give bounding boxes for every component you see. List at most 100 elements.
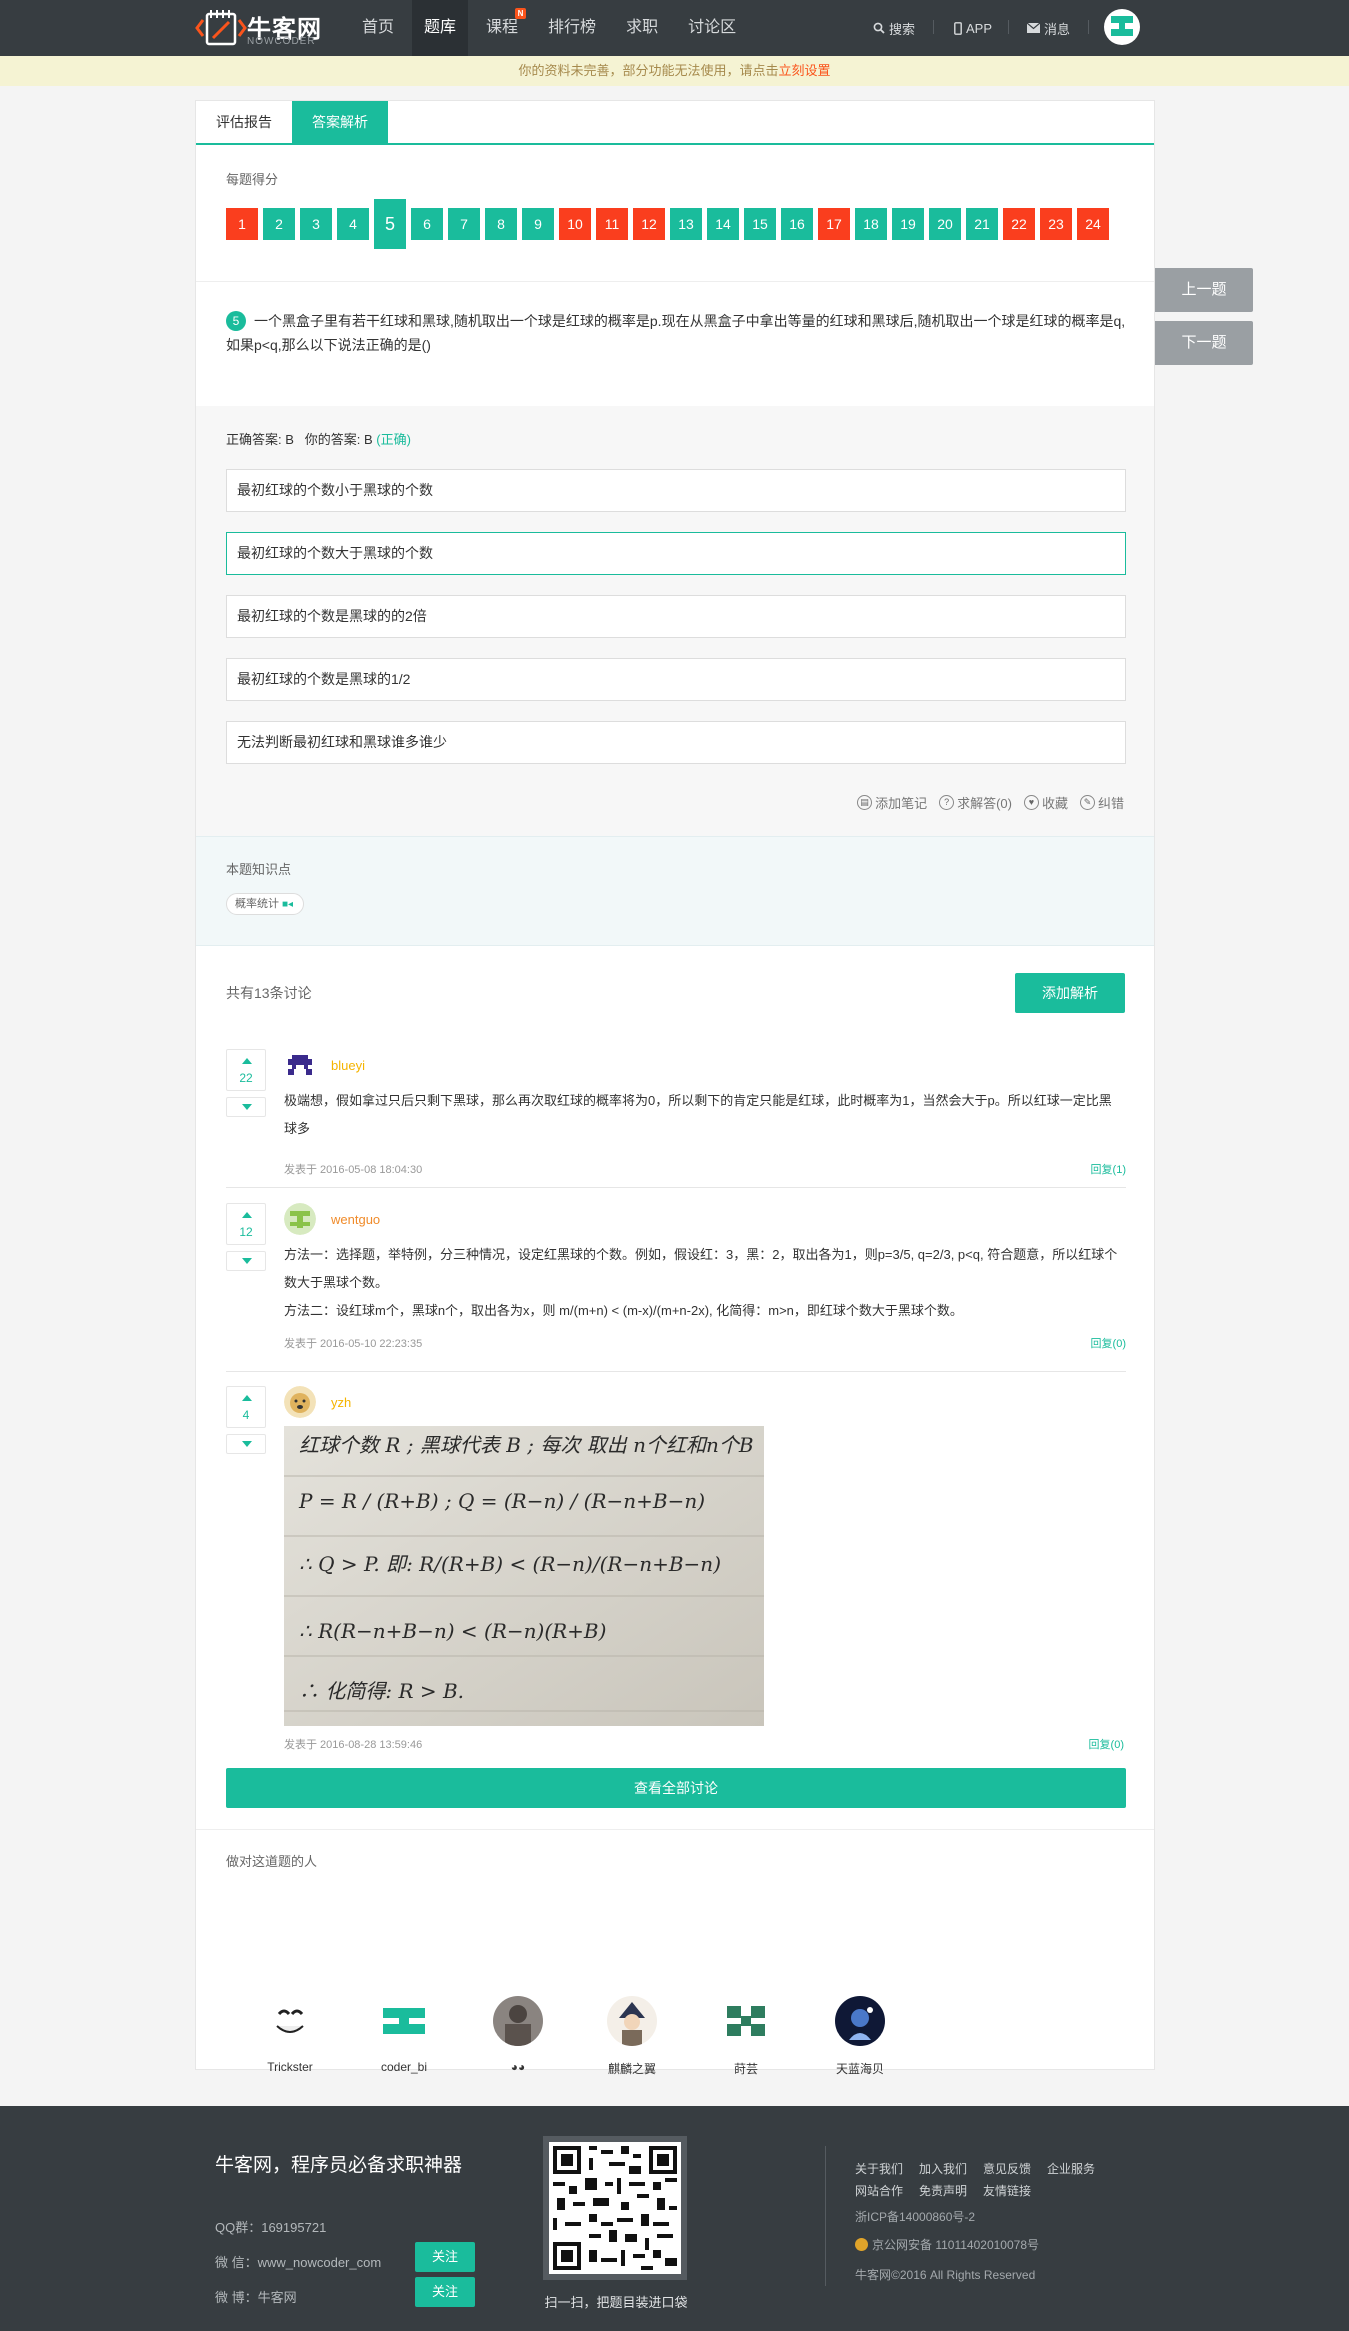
comment-avatar[interactable]: [284, 1386, 316, 1418]
option-d[interactable]: 最初红球的个数是黑球的1/2: [226, 658, 1126, 701]
comment-username[interactable]: yzh: [331, 1395, 351, 1410]
comment-username[interactable]: wentguo: [331, 1212, 380, 1227]
solver-avatar: [493, 1996, 543, 2046]
question-number-21[interactable]: 21: [966, 208, 998, 240]
tab-bar: 评估报告 答案解析: [196, 101, 1154, 145]
downvote-button[interactable]: [226, 1434, 266, 1454]
question-number-16[interactable]: 16: [781, 208, 813, 240]
comment-avatar[interactable]: [284, 1203, 316, 1235]
upvote-button[interactable]: 12: [226, 1203, 266, 1245]
solver-item[interactable]: 莳芸: [707, 1996, 785, 2077]
footer-link[interactable]: 企业服务: [1047, 2162, 1095, 2176]
upvote-button[interactable]: 4: [226, 1386, 266, 1428]
footer-link[interactable]: 意见反馈: [983, 2162, 1031, 2176]
tab-report[interactable]: 评估报告: [196, 101, 292, 143]
question-number-18[interactable]: 18: [855, 208, 887, 240]
report-error-button[interactable]: ✎ 纠错: [1079, 793, 1124, 812]
vote-count: 22: [239, 1071, 253, 1085]
solver-item[interactable]: coder_bi: [365, 1996, 443, 2074]
question-number-4[interactable]: 4: [337, 208, 369, 240]
question-number-24[interactable]: 24: [1077, 208, 1109, 240]
reply-link[interactable]: 回复(1): [1091, 1161, 1126, 1177]
arrow-up-icon: [242, 1395, 252, 1401]
divider: [1088, 20, 1089, 34]
comment-username[interactable]: blueyi: [331, 1058, 365, 1073]
question-number-2[interactable]: 2: [263, 208, 295, 240]
favorite-button[interactable]: ♥ 收藏: [1023, 793, 1068, 812]
next-question-button[interactable]: 下一题: [1155, 321, 1253, 365]
follow-wechat-button[interactable]: 关注: [415, 2242, 475, 2272]
user-avatar[interactable]: [1104, 9, 1140, 45]
solver-item[interactable]: 麒麟之翼: [593, 1996, 671, 2077]
question-number-10[interactable]: 10: [559, 208, 591, 240]
option-e[interactable]: 无法判断最初红球和黑球谁多谁少: [226, 721, 1126, 764]
question-text: 一个黑盒子里有若干红球和黑球,随机取出一个球是红球的概率是p.现在从黑盒子中拿出…: [226, 313, 1126, 353]
question-number-8[interactable]: 8: [485, 208, 517, 240]
score-label: 每题得分: [226, 172, 279, 187]
footer-link[interactable]: 关于我们: [855, 2162, 903, 2176]
follow-weibo-button[interactable]: 关注: [415, 2277, 475, 2307]
knowledge-tag[interactable]: 概率统计 ■◂: [226, 893, 305, 915]
option-a[interactable]: 最初红球的个数小于黑球的个数: [226, 469, 1126, 512]
prev-question-button[interactable]: 上一题: [1155, 268, 1253, 312]
reply-link[interactable]: 回复(0): [1089, 1736, 1124, 1752]
question-number-6[interactable]: 6: [411, 208, 443, 240]
arrow-down-icon: [242, 1258, 252, 1264]
reply-link[interactable]: 回复(0): [1091, 1335, 1126, 1351]
notice-setup-link[interactable]: 立刻设置: [779, 63, 831, 78]
arrow-up-icon: [242, 1058, 252, 1064]
solver-item[interactable]: ◕◕: [479, 1996, 557, 2074]
solver-item[interactable]: 天蓝海贝: [821, 1996, 899, 2077]
add-note-button[interactable]: ▤ 添加笔记: [857, 793, 927, 812]
question-number-9[interactable]: 9: [522, 208, 554, 240]
comment-avatar[interactable]: [284, 1049, 316, 1081]
police-record[interactable]: 京公网安备 11011402010078号: [855, 2236, 1039, 2253]
question-number-3[interactable]: 3: [300, 208, 332, 240]
avatar-pattern-icon: [1111, 16, 1133, 36]
question-number-20[interactable]: 20: [929, 208, 961, 240]
option-b[interactable]: 最初红球的个数大于黑球的个数: [226, 532, 1126, 575]
icp-number[interactable]: 浙ICP备14000860号-2: [855, 2208, 975, 2225]
question-number-23[interactable]: 23: [1040, 208, 1072, 240]
nav-forum[interactable]: 讨论区: [676, 0, 748, 56]
solver-name: 天蓝海贝: [835, 2062, 884, 2076]
question-number-14[interactable]: 14: [707, 208, 739, 240]
add-analysis-button[interactable]: 添加解析: [1015, 973, 1125, 1013]
downvote-button[interactable]: [226, 1097, 266, 1117]
question-number-12[interactable]: 12: [633, 208, 665, 240]
question-number-11[interactable]: 11: [596, 208, 628, 240]
search-link[interactable]: 搜索: [873, 0, 915, 56]
downvote-button[interactable]: [226, 1251, 266, 1271]
comment-photo[interactable]: 红球个数 R ; 黑球代表 B ; 每次 取出 n个红和n个B P = R / …: [284, 1426, 764, 1726]
police-record-text: 京公网安备 11011402010078号: [872, 2238, 1039, 2252]
question-number-5[interactable]: 5: [374, 199, 406, 249]
question-number-22[interactable]: 22: [1003, 208, 1035, 240]
ask-answer-button[interactable]: ? 求解答(0): [939, 793, 1012, 812]
solver-avatar: [607, 1996, 657, 2046]
footer-link[interactable]: 加入我们: [919, 2162, 967, 2176]
nav-home[interactable]: 首页: [350, 0, 406, 56]
upvote-button[interactable]: 22: [226, 1049, 266, 1091]
question-number-15[interactable]: 15: [744, 208, 776, 240]
profile-notice: 你的资料未完善，部分功能无法使用，请点击立刻设置: [0, 56, 1349, 86]
messages-link[interactable]: 消息: [1027, 0, 1070, 56]
vote-control: 4: [226, 1386, 266, 1454]
nav-question-bank[interactable]: 题库: [412, 0, 469, 56]
question-number-13[interactable]: 13: [670, 208, 702, 240]
nav-ranking[interactable]: 排行榜: [536, 0, 608, 56]
footer-link[interactable]: 免责声明: [919, 2184, 967, 2198]
question-number-7[interactable]: 7: [448, 208, 480, 240]
footer-link[interactable]: 网站合作: [855, 2184, 903, 2198]
footer-link[interactable]: 友情链接: [983, 2184, 1031, 2198]
nav-courses[interactable]: 课程 N: [474, 0, 530, 56]
app-link[interactable]: APP: [954, 0, 992, 56]
question-number-1[interactable]: 1: [226, 208, 258, 240]
tab-analysis[interactable]: 答案解析: [292, 101, 388, 143]
view-all-discussion-button[interactable]: 查看全部讨论: [226, 1768, 1126, 1808]
question-number-17[interactable]: 17: [818, 208, 850, 240]
site-logo[interactable]: 牛客网 NOWCODER: [195, 6, 345, 50]
solver-item[interactable]: Trickster: [251, 1996, 329, 2074]
nav-jobs[interactable]: 求职: [614, 0, 670, 56]
option-c[interactable]: 最初红球的个数是黑球的的2倍: [226, 595, 1126, 638]
question-number-19[interactable]: 19: [892, 208, 924, 240]
